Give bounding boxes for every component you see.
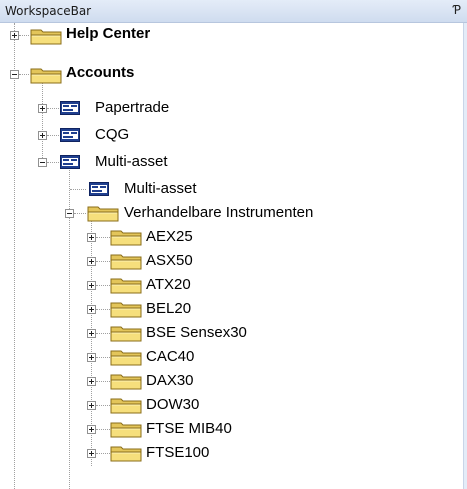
tree-label-help-center[interactable]: Help Center bbox=[66, 25, 150, 43]
tree-label-instrument[interactable]: BSE Sensex30 bbox=[146, 324, 247, 342]
tree-guide bbox=[96, 381, 110, 382]
tree-guide bbox=[19, 74, 29, 75]
expand-toggle[interactable] bbox=[87, 353, 96, 362]
expand-toggle[interactable] bbox=[38, 131, 47, 140]
tree-label-instrument[interactable]: ATX20 bbox=[146, 276, 191, 294]
expand-toggle[interactable] bbox=[87, 377, 96, 386]
panel-right-edge bbox=[463, 23, 467, 489]
expand-toggle[interactable] bbox=[87, 233, 96, 242]
folder-icon[interactable] bbox=[30, 66, 62, 84]
tree-node-instrumenten[interactable]: Verhandelbare Instrumenten bbox=[0, 203, 462, 223]
account-icon[interactable] bbox=[60, 128, 80, 142]
expand-toggle[interactable] bbox=[87, 305, 96, 314]
panel-titlebar: WorkspaceBar Ƥ bbox=[0, 0, 467, 23]
tree-node-help-center[interactable]: Help Center bbox=[0, 25, 462, 55]
tree-node-cqg[interactable]: CQG bbox=[0, 125, 462, 145]
tree-guide bbox=[47, 135, 59, 136]
account-icon[interactable] bbox=[60, 101, 80, 115]
tree-guide bbox=[96, 261, 110, 262]
expand-toggle[interactable] bbox=[87, 425, 96, 434]
tree-label-instrument[interactable]: AEX25 bbox=[146, 228, 193, 246]
tree-label-instrument[interactable]: DAX30 bbox=[146, 372, 194, 390]
pin-icon[interactable]: Ƥ bbox=[453, 3, 461, 17]
expand-toggle[interactable] bbox=[87, 257, 96, 266]
tree-guide bbox=[70, 189, 86, 190]
tree-guide bbox=[96, 357, 110, 358]
folder-icon[interactable] bbox=[110, 444, 142, 462]
tree-label-multi-asset-child[interactable]: Multi-asset bbox=[124, 180, 197, 198]
tree-node-multi-asset[interactable]: Multi-asset bbox=[0, 152, 462, 172]
folder-icon[interactable] bbox=[110, 276, 142, 294]
folder-icon[interactable] bbox=[110, 348, 142, 366]
folder-icon[interactable] bbox=[110, 300, 142, 318]
tree-label-papertrade[interactable]: Papertrade bbox=[95, 99, 169, 117]
folder-icon[interactable] bbox=[110, 420, 142, 438]
tree-label-instrument[interactable]: BEL20 bbox=[146, 300, 191, 318]
tree-guide bbox=[96, 309, 110, 310]
tree-node-instrument[interactable]: ATX20 bbox=[0, 275, 462, 295]
tree-guide bbox=[74, 213, 86, 214]
tree-node-instrument[interactable]: ASX50 bbox=[0, 251, 462, 271]
tree-guide bbox=[96, 285, 110, 286]
tree-label-instrument[interactable]: CAC40 bbox=[146, 348, 194, 366]
expand-toggle[interactable] bbox=[87, 329, 96, 338]
expand-toggle[interactable] bbox=[38, 104, 47, 113]
panel-title: WorkspaceBar bbox=[5, 4, 92, 18]
tree-guide bbox=[96, 453, 110, 454]
tree-node-papertrade[interactable]: Papertrade bbox=[0, 98, 462, 118]
folder-icon[interactable] bbox=[30, 27, 62, 45]
tree-label-instrumenten[interactable]: Verhandelbare Instrumenten bbox=[124, 204, 313, 222]
tree-guide bbox=[42, 82, 43, 158]
tree-node-instrument[interactable]: BSE Sensex30 bbox=[0, 323, 462, 343]
tree-node-accounts[interactable]: Accounts bbox=[0, 61, 462, 84]
expand-toggle[interactable] bbox=[87, 281, 96, 290]
expand-toggle[interactable] bbox=[87, 401, 96, 410]
tree-guide bbox=[96, 237, 110, 238]
tree-node-instrument[interactable]: BEL20 bbox=[0, 299, 462, 319]
folder-icon[interactable] bbox=[110, 324, 142, 342]
tree-guide bbox=[47, 162, 59, 163]
tree-label-instrument[interactable]: FTSE MIB40 bbox=[146, 420, 232, 438]
account-icon[interactable] bbox=[89, 182, 109, 196]
folder-icon[interactable] bbox=[110, 228, 142, 246]
tree-label-multi-asset[interactable]: Multi-asset bbox=[95, 153, 168, 171]
tree-node-instrument[interactable]: DOW30 bbox=[0, 395, 462, 415]
folder-icon[interactable] bbox=[110, 372, 142, 390]
tree-label-instrument[interactable]: FTSE100 bbox=[146, 444, 209, 462]
tree-node-instrument[interactable]: CAC40 bbox=[0, 347, 462, 367]
expand-toggle[interactable] bbox=[87, 449, 96, 458]
tree-guide bbox=[19, 35, 29, 36]
collapse-toggle[interactable] bbox=[65, 209, 74, 218]
tree-label-accounts[interactable]: Accounts bbox=[66, 64, 134, 82]
tree-node-instrument[interactable]: DAX30 bbox=[0, 371, 462, 391]
workspace-tree: Help Center Accounts Papertrade CQG Mult… bbox=[0, 23, 462, 489]
tree-guide bbox=[96, 405, 110, 406]
tree-guide bbox=[47, 108, 59, 109]
tree-guide bbox=[96, 333, 110, 334]
folder-icon[interactable] bbox=[87, 204, 119, 222]
tree-label-cqg[interactable]: CQG bbox=[95, 126, 129, 144]
collapse-toggle[interactable] bbox=[38, 158, 47, 167]
folder-icon[interactable] bbox=[110, 396, 142, 414]
tree-node-multi-asset-child[interactable]: Multi-asset bbox=[0, 179, 462, 199]
expand-toggle[interactable] bbox=[10, 31, 19, 40]
tree-node-instrument[interactable]: AEX25 bbox=[0, 227, 462, 247]
collapse-toggle[interactable] bbox=[10, 70, 19, 79]
folder-icon[interactable] bbox=[110, 252, 142, 270]
tree-label-instrument[interactable]: DOW30 bbox=[146, 396, 199, 414]
tree-node-instrument[interactable]: FTSE100 bbox=[0, 443, 462, 463]
tree-label-instrument[interactable]: ASX50 bbox=[146, 252, 193, 270]
tree-node-instrument[interactable]: FTSE MIB40 bbox=[0, 419, 462, 439]
tree-guide bbox=[96, 429, 110, 430]
account-icon[interactable] bbox=[60, 155, 80, 169]
